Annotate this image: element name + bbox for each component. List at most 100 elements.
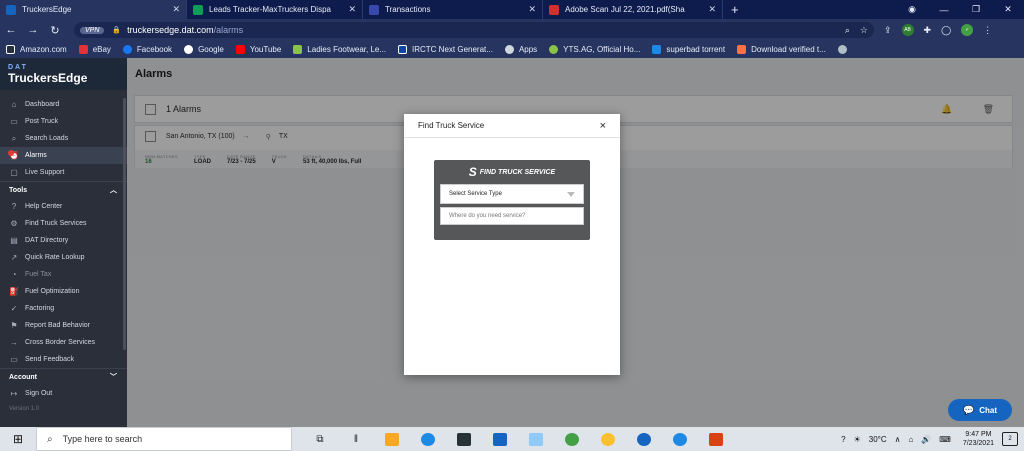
bookmark-ladies-footwear[interactable]: Ladies Footwear, Le... <box>293 45 386 54</box>
sidebar-item-help-center[interactable]: ? Help Center <box>0 198 127 215</box>
account-section-header[interactable]: Account ﹀ <box>0 368 127 385</box>
menu-kebab-icon[interactable]: ⋮ <box>983 25 992 36</box>
rate-icon: ↗ <box>10 253 18 262</box>
service-location-input[interactable]: Where do you need service? <box>440 207 584 225</box>
browser-tab-strip: TruckersEdge ✕ Leads Tracker-MaxTruckers… <box>0 0 1024 19</box>
bookmark-label: YTS.AG, Official Ho... <box>563 45 641 54</box>
sidebar-item-send-feedback[interactable]: ▭ Send Feedback <box>0 351 127 368</box>
taskbar-apps: ⧉ ‖ <box>302 427 734 451</box>
book-icon: ▤ <box>10 236 18 245</box>
sidebar-item-label: Cross Border Services <box>25 339 96 346</box>
bookmark-apps[interactable]: Apps <box>504 45 537 54</box>
tab-search-icon[interactable]: ◉ <box>896 4 928 15</box>
close-tab-icon[interactable]: ✕ <box>348 4 356 15</box>
chevron-up-icon[interactable]: ∧ <box>895 435 901 444</box>
browser-tab-truckersedge[interactable]: TruckersEdge ✕ <box>0 0 187 19</box>
windows-start-icon[interactable]: ⊞ <box>0 432 36 446</box>
bookmark-download-verified[interactable]: Download verified t... <box>737 45 826 54</box>
browser-tab-leads-tracker[interactable]: Leads Tracker-MaxTruckers Dispa ✕ <box>187 0 363 19</box>
bookmark-irctc[interactable]: IRCTC Next Generat... <box>398 45 493 54</box>
windows-taskbar: ⊞ ⌕ Type here to search ⧉ ‖ ? ☀ 30°C ∧ ⌂… <box>0 427 1024 451</box>
sidebar-item-report-bad-behavior[interactable]: ⚑ Report Bad Behavior <box>0 317 127 334</box>
vpn-app-icon[interactable] <box>626 427 662 451</box>
chat-button[interactable]: 💬 Chat <box>948 399 1012 421</box>
extension-ab-icon[interactable]: AB <box>901 24 914 36</box>
forward-icon[interactable]: → <box>22 24 44 36</box>
network-icon[interactable]: ⌂ <box>908 435 913 444</box>
minimize-icon[interactable]: — <box>928 5 960 15</box>
weather-icon[interactable]: ☀ <box>854 435 861 444</box>
alarm-notification-dot <box>8 150 14 156</box>
sidebar-item-label: Sign Out <box>25 390 53 397</box>
bookmark-youtube[interactable]: YouTube <box>235 45 281 54</box>
new-tab-button[interactable]: + <box>723 0 747 19</box>
sidebar-item-post-truck[interactable]: ▭ Post Truck <box>0 113 127 130</box>
task-view-icon[interactable]: ⧉ <box>302 427 338 451</box>
extension-check-icon[interactable]: ✓ <box>961 24 974 36</box>
notification-center-icon[interactable]: 2 <box>1002 432 1018 446</box>
close-tab-icon[interactable]: ✕ <box>528 4 536 15</box>
help-tray-icon[interactable]: ? <box>841 435 845 444</box>
temperature[interactable]: 30°C <box>869 435 887 444</box>
tools-section-header[interactable]: Tools ︿ <box>0 181 127 198</box>
sidebar-item-dat-directory[interactable]: ▤ DAT Directory <box>0 232 127 249</box>
taskbar-search-field[interactable]: ⌕ Type here to search <box>36 427 292 451</box>
sidebar-item-fuel-tax[interactable]: ◔ Fuel Tax <box>0 266 127 283</box>
sidebar-item-find-truck-services[interactable]: ⚙ Find Truck Services <box>0 215 127 232</box>
close-tab-icon[interactable]: ✕ <box>172 4 180 15</box>
edge-icon[interactable] <box>410 427 446 451</box>
mail-icon[interactable] <box>482 427 518 451</box>
window-close-icon[interactable]: ✕ <box>992 4 1024 15</box>
chevron-up-icon: ︿ <box>110 187 117 194</box>
vpn-badge[interactable]: VPN <box>80 26 105 34</box>
bookmark-extra[interactable] <box>837 45 852 54</box>
widget-divider-icon[interactable]: ‖ <box>338 427 374 451</box>
bookmark-amazon[interactable]: Amazon.com <box>6 45 67 54</box>
lock-icon[interactable]: 🔒 <box>112 26 121 34</box>
sidebar-item-dashboard[interactable]: ⌂ Dashboard <box>0 96 127 113</box>
keyboard-icon[interactable]: ⌨ <box>939 435 951 444</box>
app-version: Version 1.0 <box>9 406 40 412</box>
chrome-profile-icon[interactable] <box>590 427 626 451</box>
chrome-icon[interactable] <box>554 427 590 451</box>
sidebar-item-factoring[interactable]: ✓ Factoring <box>0 300 127 317</box>
taskbar-clock[interactable]: 9:47 PM 7/23/2021 <box>963 430 994 448</box>
sidebar-item-live-support[interactable]: ▢ Live Support <box>0 164 127 181</box>
volume-icon[interactable]: 🔊 <box>921 435 931 444</box>
powerpoint-icon[interactable] <box>698 427 734 451</box>
truckersedge-logo[interactable]: DAT TruckersEdge <box>0 58 127 90</box>
bookmark-facebook[interactable]: Facebook <box>122 45 172 54</box>
sidebar-item-fuel-optimization[interactable]: ⛽ Fuel Optimization <box>0 283 127 300</box>
profile-icon[interactable]: ◯ <box>941 25 951 36</box>
dropbox-icon[interactable] <box>518 427 554 451</box>
back-icon[interactable]: ← <box>0 24 22 36</box>
transactions-favicon-icon <box>369 4 379 15</box>
restore-icon[interactable]: ❐ <box>960 4 992 15</box>
close-tab-icon[interactable]: ✕ <box>708 4 716 15</box>
section-label: Tools <box>9 186 28 194</box>
bookmark-star-icon[interactable]: ☆ <box>860 25 868 36</box>
bookmark-google[interactable]: Google <box>184 45 224 54</box>
file-explorer-icon[interactable] <box>374 427 410 451</box>
share-icon[interactable]: ⇪ <box>884 25 892 36</box>
browser-tab-adobe-scan[interactable]: Adobe Scan Jul 22, 2021.pdf(Sha ✕ <box>543 0 723 19</box>
browser-tab-transactions[interactable]: Transactions ✕ <box>363 0 543 19</box>
sidebar-item-quick-rate-lookup[interactable]: ↗ Quick Rate Lookup <box>0 249 127 266</box>
zoom-icon[interactable]: ⌕ <box>845 25 850 36</box>
sidebar-item-search-loads[interactable]: ⌕ Search Loads <box>0 130 127 147</box>
sidebar-item-alarms[interactable]: ⏰ Alarms <box>0 147 127 164</box>
skype-icon[interactable] <box>662 427 698 451</box>
sidebar-item-sign-out[interactable]: ↦ Sign Out <box>0 385 127 402</box>
bookmark-superbad[interactable]: superbad torrent <box>652 45 725 54</box>
service-type-select[interactable]: Select Service Type <box>440 184 584 204</box>
url-field[interactable]: VPN 🔒 truckersedge.dat.com/alarms ⌕ ☆ <box>74 22 874 38</box>
store-icon[interactable] <box>446 427 482 451</box>
extensions-puzzle-icon[interactable]: ✚ <box>924 25 932 36</box>
close-icon[interactable]: × <box>600 120 606 132</box>
bookmark-ebay[interactable]: eBay <box>78 45 111 54</box>
fuel-icon: ⛽ <box>9 287 19 296</box>
sidebar-item-cross-border-services[interactable]: → Cross Border Services <box>0 334 127 351</box>
reload-icon[interactable]: ↻ <box>44 24 66 37</box>
sidebar-scrollbar[interactable] <box>123 98 126 350</box>
bookmark-yts[interactable]: YTS.AG, Official Ho... <box>549 45 640 54</box>
